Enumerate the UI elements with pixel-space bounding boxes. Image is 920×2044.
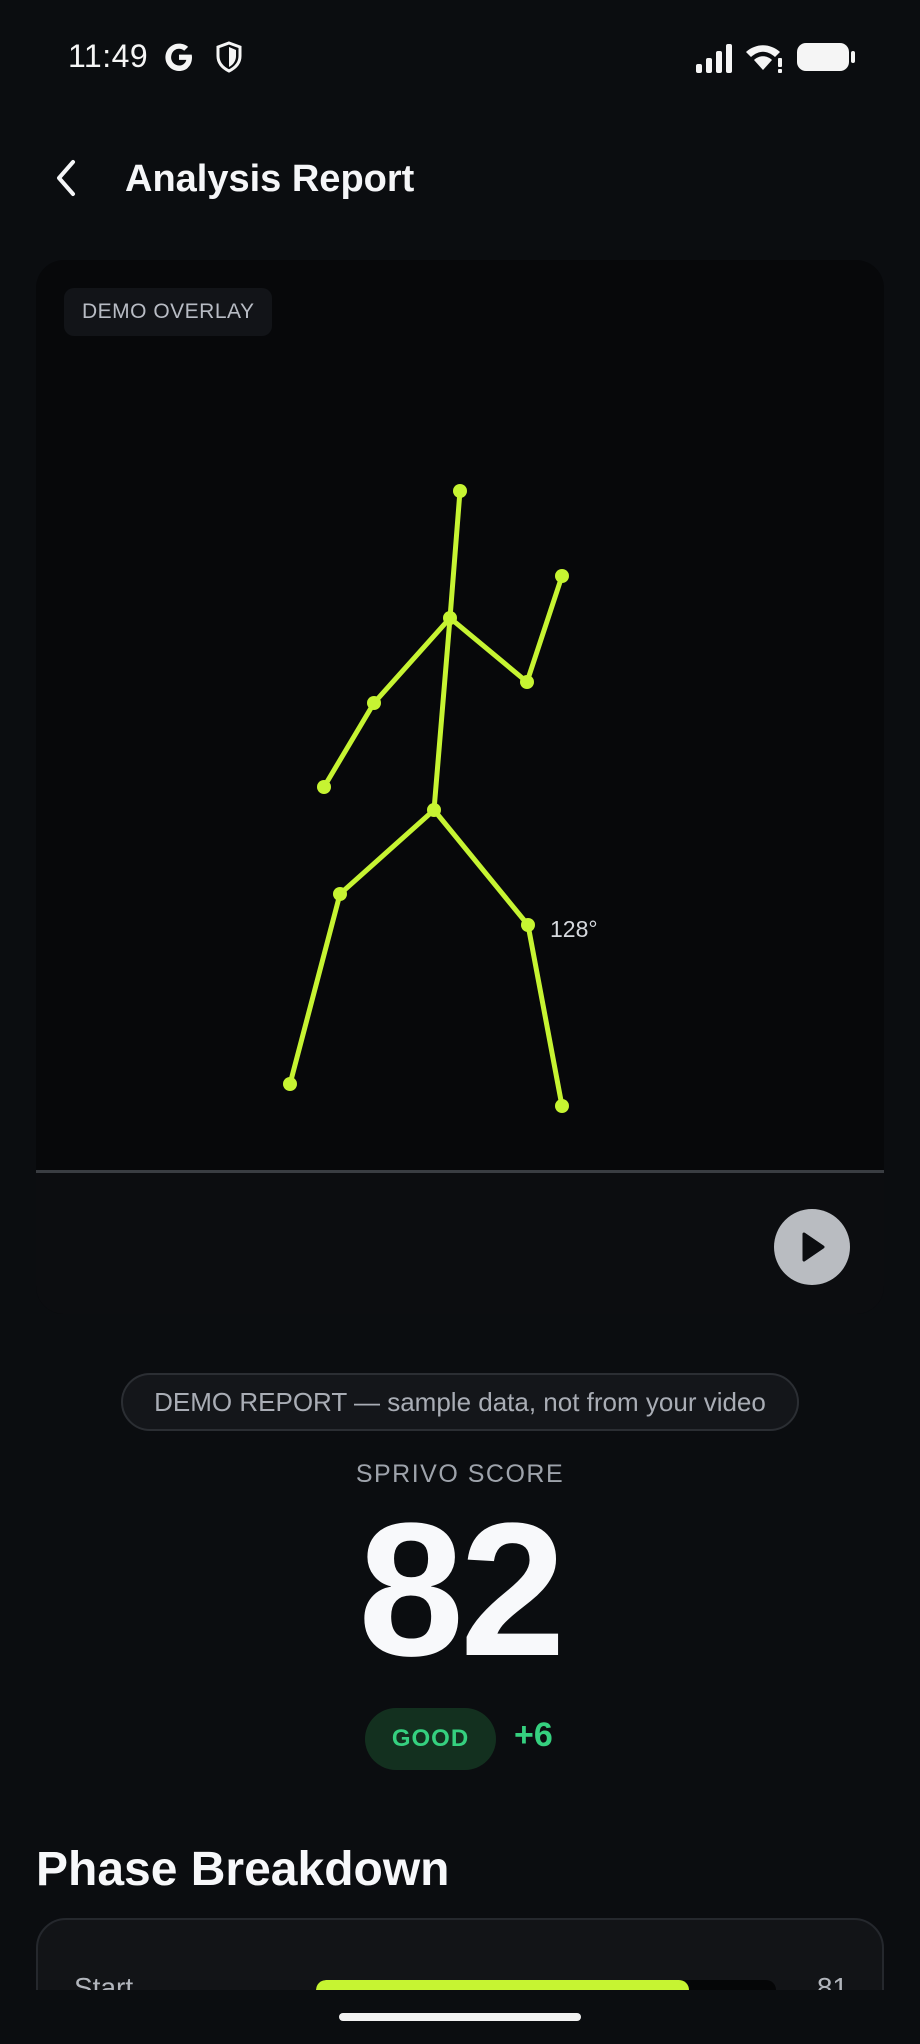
joint-hip (427, 803, 441, 817)
rating-badge: GOOD (365, 1708, 496, 1770)
wifi-icon (746, 45, 782, 73)
home-indicator[interactable] (339, 2013, 581, 2021)
play-icon (802, 1232, 825, 1262)
demo-report-notice: DEMO REPORT — sample data, not from your… (121, 1373, 799, 1431)
skeleton-right-forearm (524, 573, 565, 685)
joint-right-ankle (555, 1099, 569, 1113)
phase-breakdown-title: Phase Breakdown (36, 1843, 450, 1896)
score-value: 82 (358, 1484, 565, 1696)
rating-row: GOOD +6 (0, 1708, 920, 1772)
battery-icon (797, 43, 855, 71)
skeleton-left-shin (287, 891, 343, 1087)
joint-left-elbow (367, 696, 381, 710)
skeleton-right-shin (525, 922, 565, 1109)
skeleton-right-thigh (431, 807, 531, 928)
demo-overlay-badge: DEMO OVERLAY (64, 288, 273, 336)
joint-left-wrist (317, 780, 331, 794)
skeleton-left-forearm (321, 700, 377, 790)
skeleton-spine (431, 615, 453, 813)
skeleton-left-thigh (337, 807, 437, 897)
skeleton-right-upper-arm (447, 615, 530, 685)
joint-right-wrist (555, 569, 569, 583)
joint-left-ankle (283, 1077, 297, 1091)
joint-right-elbow (520, 675, 534, 689)
score-delta: +6 (514, 1716, 553, 1754)
google-g-icon (165, 43, 192, 71)
app-bar: Analysis Report (0, 130, 920, 226)
skeleton-neck (447, 488, 463, 621)
play-button[interactable] (774, 1209, 850, 1285)
page-title: Analysis Report (125, 158, 415, 200)
signal-icon (696, 44, 732, 73)
status-time: 11:49 (68, 38, 149, 74)
skeleton-left-upper-arm (371, 615, 453, 706)
joint-neck (443, 611, 457, 625)
back-button[interactable] (36, 148, 96, 208)
shield-icon (216, 41, 242, 73)
chevron-left-icon (57, 160, 75, 196)
joint-left-knee (333, 887, 347, 901)
video-controls (36, 1173, 884, 1314)
joint-right-knee (521, 918, 535, 932)
status-bar: 11:49 (0, 0, 920, 116)
pose-skeleton-overlay: 128° (283, 484, 598, 1113)
video-player[interactable]: 128° DEMO OVERLAY (36, 260, 884, 1314)
joint-head (453, 484, 467, 498)
knee-angle-label: 128° (550, 916, 598, 942)
analysis-report-screen: 11:49 Analysis Report 128° DEMO OVERLAY … (0, 0, 920, 2044)
